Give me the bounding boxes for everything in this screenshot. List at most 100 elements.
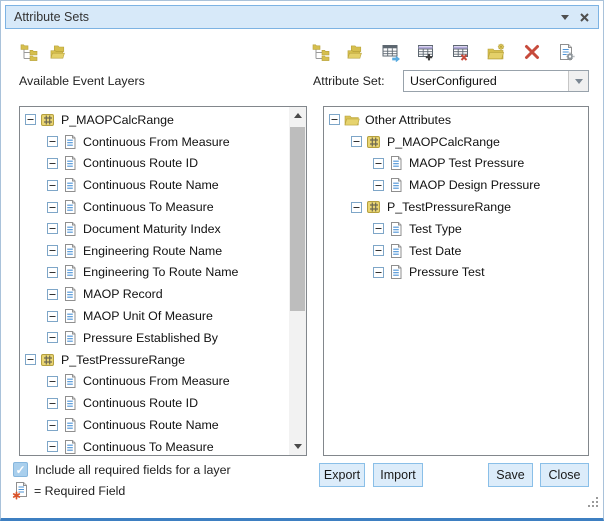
include-required-checkbox[interactable]: ✓ [13, 462, 28, 477]
attribute-sets-window: Attribute Sets [0, 0, 604, 521]
tree-item[interactable]: Continuous Route ID [20, 392, 289, 414]
tree-item[interactable]: P_MAOPCalcRange [20, 109, 289, 131]
field-icon [62, 395, 78, 411]
collapse-toggle-icon[interactable] [47, 441, 58, 452]
collapse-toggle-icon[interactable] [47, 332, 58, 343]
tree-item[interactable]: Engineering Route Name [20, 240, 289, 262]
tree-item[interactable]: Other Attributes [324, 109, 588, 131]
tree-item[interactable]: Continuous Route Name [20, 414, 289, 436]
collapse-toggle-icon[interactable] [47, 158, 58, 169]
collapse-toggle-icon[interactable] [47, 202, 58, 213]
field-icon [62, 286, 78, 302]
collapse-toggle-icon[interactable] [329, 114, 340, 125]
close-button[interactable]: Close [540, 463, 589, 487]
tree-item[interactable]: Continuous From Measure [20, 371, 289, 393]
tree-item[interactable]: Test Type [324, 218, 588, 240]
collapse-toggle-icon[interactable] [47, 311, 58, 322]
tree-item-label: Continuous Route Name [83, 178, 219, 192]
title-bar: Attribute Sets [5, 5, 599, 29]
collapse-toggle-icon[interactable] [351, 136, 362, 147]
field-icon [388, 177, 404, 193]
collapse-toggle-icon[interactable] [351, 202, 362, 213]
open-folder-icon[interactable] [347, 43, 366, 62]
resize-grip[interactable] [588, 495, 599, 513]
collapse-toggle-icon[interactable] [373, 158, 384, 169]
collapse-toggle-icon[interactable] [373, 267, 384, 278]
tree-item[interactable]: P_TestPressureRange [20, 349, 289, 371]
field-icon [62, 308, 78, 324]
tree-item[interactable]: Continuous Route Name [20, 174, 289, 196]
tree-item[interactable]: MAOP Unit Of Measure [20, 305, 289, 327]
tree-item[interactable]: MAOP Record [20, 283, 289, 305]
field-icon [62, 417, 78, 433]
tree-item[interactable]: Continuous To Measure [20, 436, 289, 456]
event-layer-icon [40, 352, 56, 368]
folder-icon [344, 112, 360, 128]
expand-attribute-tree-icon[interactable] [312, 43, 331, 62]
tree-item[interactable]: Continuous Route ID [20, 153, 289, 175]
export-attribute-set-icon[interactable] [382, 43, 401, 62]
collapse-toggle-icon[interactable] [47, 245, 58, 256]
available-event-layers-panel: P_MAOPCalcRangeContinuous From MeasureCo… [19, 106, 307, 456]
event-layer-icon [366, 134, 382, 150]
scroll-up-icon[interactable] [289, 107, 306, 124]
tree-item-label: Continuous Route Name [83, 418, 219, 432]
collapse-toggle-icon[interactable] [373, 180, 384, 191]
new-group-icon[interactable] [487, 43, 506, 62]
tree-item-label: MAOP Record [83, 287, 163, 301]
tree-item-label: Continuous To Measure [83, 440, 214, 454]
collapse-toggle-icon[interactable] [25, 114, 36, 125]
tree-item-label: Continuous From Measure [83, 374, 230, 388]
tree-item[interactable]: P_TestPressureRange [324, 196, 588, 218]
expand-event-layers-icon[interactable] [20, 43, 39, 62]
collapse-toggle-icon[interactable] [47, 136, 58, 147]
tree-item-label: Test Type [409, 222, 462, 236]
tree-item[interactable]: Pressure Established By [20, 327, 289, 349]
report-settings-icon[interactable] [557, 43, 576, 62]
open-folder-icon[interactable] [50, 43, 69, 62]
check-icon: ✓ [15, 464, 25, 476]
tree-item[interactable]: Document Maturity Index [20, 218, 289, 240]
collapse-toggle-icon[interactable] [25, 354, 36, 365]
tree-item-label: Document Maturity Index [83, 222, 221, 236]
dropdown-arrow-icon[interactable] [568, 71, 588, 91]
toolbar [1, 39, 603, 65]
save-button[interactable]: Save [488, 463, 533, 487]
field-icon [62, 134, 78, 150]
collapse-toggle-icon[interactable] [47, 289, 58, 300]
tree-item-label: Test Date [409, 244, 461, 258]
tree-item-label: MAOP Test Pressure [409, 156, 524, 170]
collapse-toggle-icon[interactable] [47, 267, 58, 278]
collapse-toggle-icon[interactable] [47, 376, 58, 387]
tree-item[interactable]: Pressure Test [324, 262, 588, 284]
collapse-toggle-icon[interactable] [373, 245, 384, 256]
delete-icon[interactable] [522, 43, 541, 62]
tree-item[interactable]: Engineering To Route Name [20, 262, 289, 284]
collapse-toggle-icon[interactable] [47, 420, 58, 431]
tree-item-label: P_MAOPCalcRange [387, 135, 500, 149]
field-icon [62, 199, 78, 215]
field-icon [62, 439, 78, 455]
scroll-down-icon[interactable] [289, 438, 306, 455]
tree-item[interactable]: MAOP Test Pressure [324, 153, 588, 175]
tree-item-label: MAOP Design Pressure [409, 178, 540, 192]
left-tree-scrollbar[interactable] [289, 107, 306, 455]
close-icon[interactable] [579, 12, 590, 23]
attribute-set-dropdown[interactable]: UserConfigured [403, 70, 589, 92]
collapse-toggle-icon[interactable] [373, 223, 384, 234]
collapse-toggle-icon[interactable] [47, 398, 58, 409]
tree-item[interactable]: P_MAOPCalcRange [324, 131, 588, 153]
collapse-toggle-icon[interactable] [47, 180, 58, 191]
delete-attribute-set-icon[interactable] [452, 43, 471, 62]
import-button[interactable]: Import [373, 463, 423, 487]
add-attribute-set-icon[interactable] [417, 43, 436, 62]
export-button[interactable]: Export [319, 463, 365, 487]
collapse-toggle-icon[interactable] [47, 223, 58, 234]
tree-item[interactable]: MAOP Design Pressure [324, 174, 588, 196]
window-menu-icon[interactable] [561, 15, 569, 20]
scrollbar-thumb[interactable] [290, 127, 305, 311]
tree-item[interactable]: Continuous To Measure [20, 196, 289, 218]
tree-item[interactable]: Continuous From Measure [20, 131, 289, 153]
available-event-layers-heading: Available Event Layers [19, 74, 145, 88]
tree-item[interactable]: Test Date [324, 240, 588, 262]
